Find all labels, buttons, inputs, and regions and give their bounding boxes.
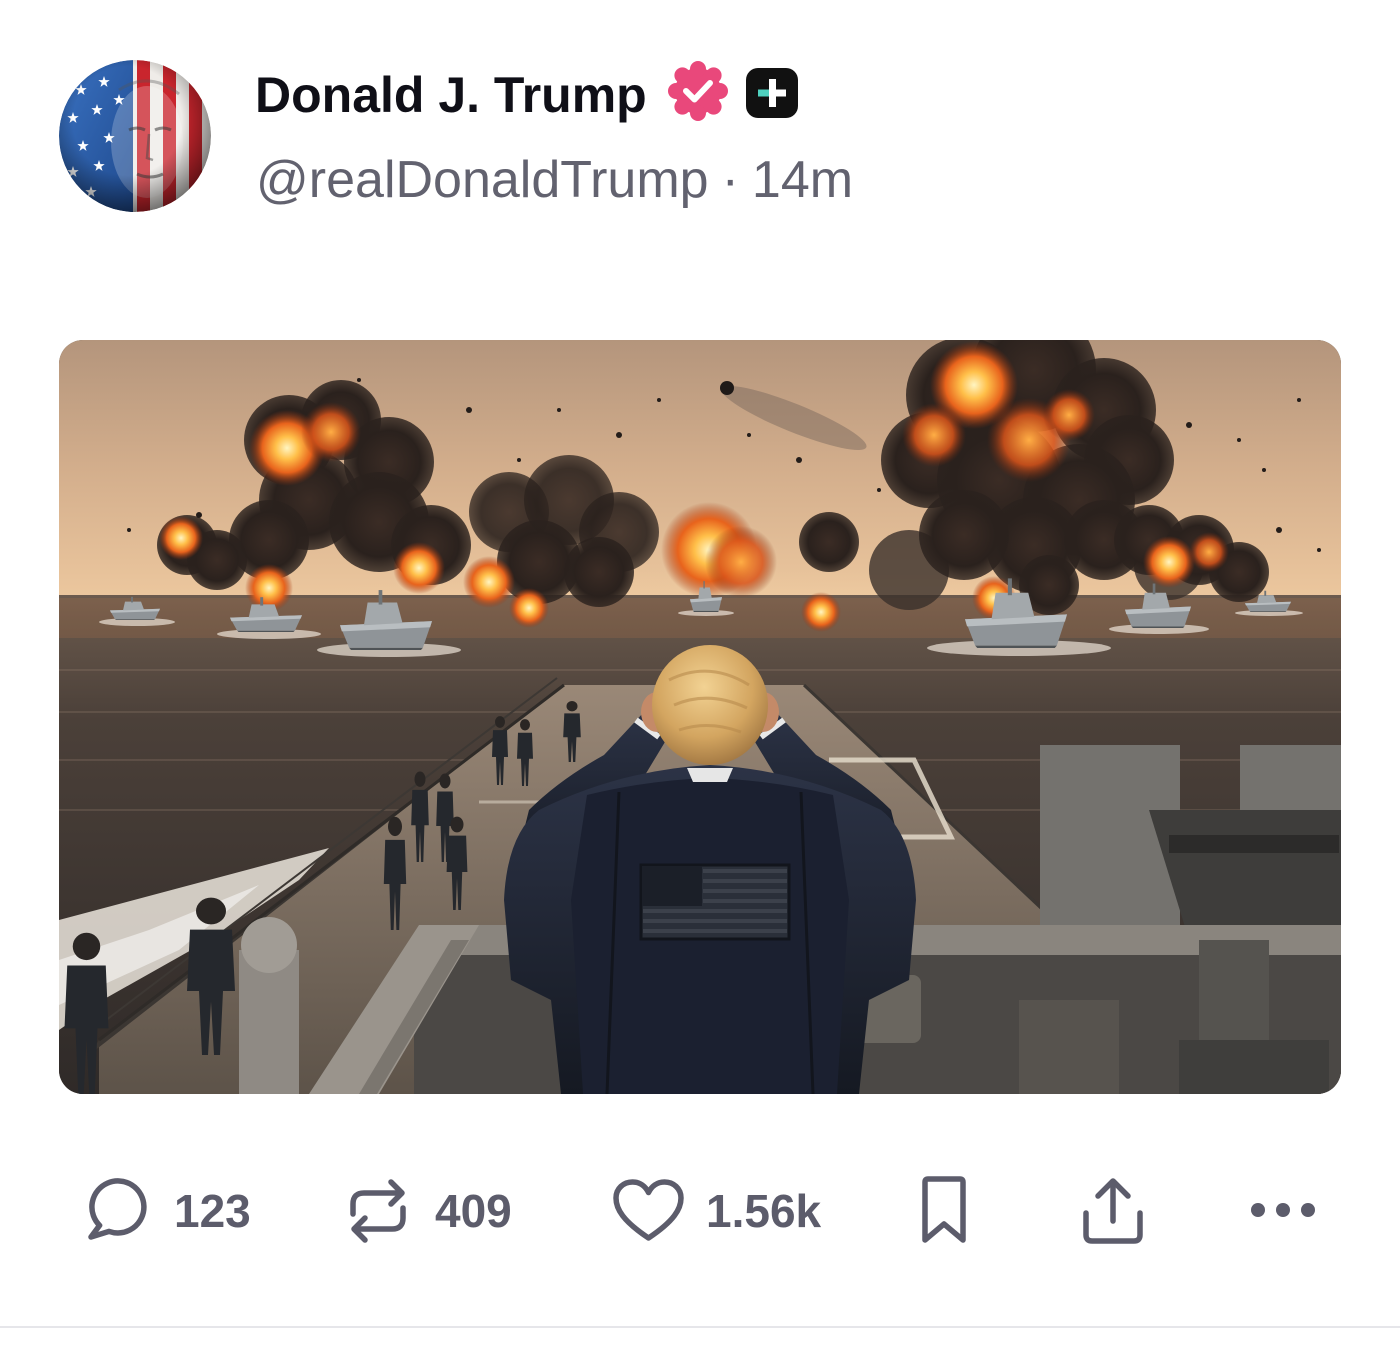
more-icon xyxy=(1251,1203,1315,1217)
plus-badge-icon xyxy=(744,66,800,120)
heart-icon xyxy=(613,1179,684,1241)
reply-count: 123 xyxy=(174,1185,251,1237)
post-card: Donald J. Trump @realDonaldTrump · 14m 1… xyxy=(0,0,1400,1363)
avatar[interactable] xyxy=(59,60,211,212)
reply-button[interactable]: 123 xyxy=(83,1170,258,1250)
share-icon xyxy=(1083,1178,1143,1244)
reply-icon xyxy=(88,1178,147,1240)
share-button[interactable] xyxy=(1079,1170,1147,1250)
avatar-image xyxy=(59,60,211,212)
verified-badge-icon xyxy=(667,60,729,122)
bookmark-button[interactable] xyxy=(917,1170,971,1250)
repost-button[interactable]: 409 xyxy=(343,1170,528,1250)
like-button[interactable]: 1.56k xyxy=(611,1170,826,1250)
more-options-button[interactable] xyxy=(1248,1170,1318,1250)
display-name[interactable]: Donald J. Trump xyxy=(255,65,647,125)
author-handle[interactable]: @realDonaldTrump xyxy=(256,151,709,209)
bookmark-icon xyxy=(922,1176,966,1243)
post-meta: @realDonaldTrump · 14m xyxy=(256,150,853,210)
repost-icon xyxy=(350,1179,406,1243)
post-timestamp[interactable]: 14m xyxy=(752,151,853,209)
repost-count: 409 xyxy=(435,1185,512,1237)
post-image[interactable] xyxy=(59,340,1341,1094)
flag-patch xyxy=(639,863,791,941)
meta-separator: · xyxy=(721,151,739,209)
like-count: 1.56k xyxy=(706,1185,822,1237)
post-image-scene xyxy=(59,340,1341,1094)
divider xyxy=(0,1326,1400,1328)
